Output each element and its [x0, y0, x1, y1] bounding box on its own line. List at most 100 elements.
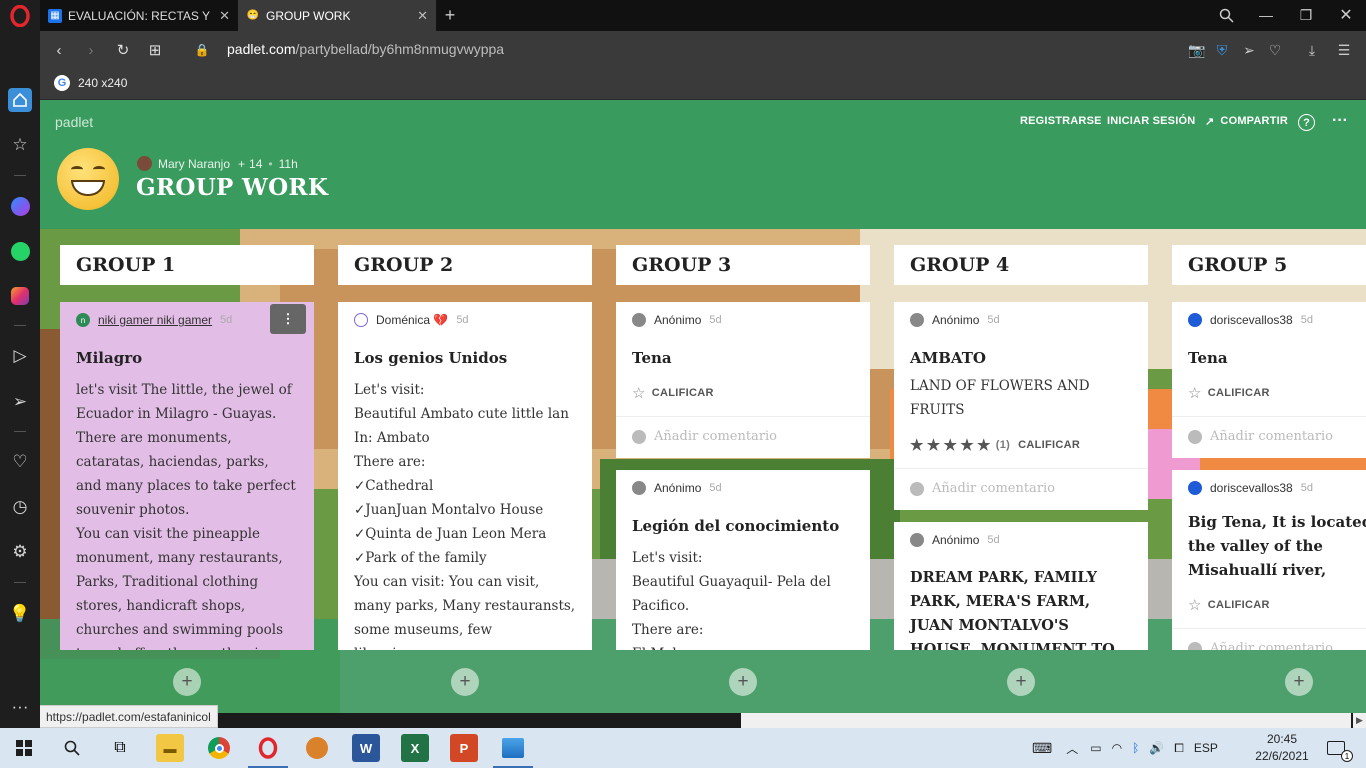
post-author[interactable]: doriscevallos38: [1210, 481, 1293, 495]
rate-button[interactable]: ☆ CALIFICAR: [1188, 384, 1366, 402]
post-card[interactable]: n niki gamer niki gamer 5d ⋮ Milagro let…: [60, 302, 314, 650]
rate-button[interactable]: ☆ CALIFICAR: [1188, 596, 1366, 614]
add-post-plus-icon[interactable]: +: [451, 668, 479, 696]
messenger-icon[interactable]: [8, 194, 32, 218]
close-tab-icon[interactable]: ✕: [417, 8, 428, 24]
minimize-window-icon[interactable]: —: [1255, 5, 1277, 25]
add-comment-field[interactable]: Añadir comentario: [1172, 416, 1366, 446]
add-comment-field[interactable]: Añadir comentario: [1172, 628, 1366, 650]
tab-evaluacion[interactable]: ▦ EVALUACIÓN: RECTAS Y PU ✕: [40, 0, 238, 31]
add-post-plus-icon[interactable]: +: [173, 668, 201, 696]
post-author[interactable]: niki gamer niki gamer: [98, 313, 212, 327]
new-tab-plus-icon[interactable]: +: [439, 5, 461, 25]
add-post-plus-icon[interactable]: +: [1285, 668, 1313, 696]
reload-icon[interactable]: ↻: [113, 40, 133, 60]
tray-chevron-up-icon[interactable]: ︿: [1066, 740, 1078, 757]
baseball-glove-app-icon[interactable]: [303, 734, 331, 762]
column-header[interactable]: GROUP 5: [1172, 245, 1366, 285]
lock-icon[interactable]: 🔒: [192, 40, 212, 60]
history-clock-icon[interactable]: ◷: [8, 495, 32, 519]
input-language[interactable]: ESP: [1194, 741, 1218, 755]
settings-gear-icon[interactable]: ⚙: [8, 540, 32, 564]
star-rating[interactable]: ★ ★ ★ ★ ★ (1): [910, 436, 1010, 454]
user-avatar-icon[interactable]: [1188, 481, 1202, 495]
camera-snapshot-icon[interactable]: 📷: [1187, 40, 1207, 60]
filled-star-icon[interactable]: ★: [910, 437, 924, 454]
more-options-icon[interactable]: ···: [1332, 112, 1348, 130]
column-header[interactable]: GROUP 2: [338, 245, 592, 285]
taskbar-search-icon[interactable]: [58, 734, 86, 762]
bookmark-240x240[interactable]: G 240 x240: [54, 75, 127, 91]
column-header[interactable]: GROUP 1: [60, 245, 314, 285]
post-card[interactable]: doriscevallos38 5d Tena ☆ CALIFICAR Añad…: [1172, 302, 1366, 458]
wifi-icon[interactable]: ◠: [1112, 741, 1122, 755]
speed-dial-home-icon[interactable]: [8, 88, 32, 112]
post-card[interactable]: Doménica 💔 5d Los genios Unidos Let's vi…: [338, 302, 592, 650]
padlet-brand[interactable]: padlet: [55, 114, 93, 130]
task-view-icon[interactable]: ⧉: [106, 734, 134, 762]
globe-avatar-icon[interactable]: [354, 313, 368, 327]
add-comment-field[interactable]: Añadir comentario: [894, 468, 1148, 498]
column-header[interactable]: GROUP 4: [894, 245, 1148, 285]
rate-button[interactable]: ☆ CALIFICAR: [632, 384, 854, 402]
taskbar-clock[interactable]: 20:45 22/6/2021: [1252, 731, 1312, 765]
post-card[interactable]: doriscevallos38 5d Big Tena, It is locat…: [1172, 470, 1366, 650]
anonymous-avatar-icon[interactable]: [632, 481, 646, 495]
volume-icon[interactable]: 🔊: [1149, 741, 1164, 755]
action-center-icon[interactable]: 1: [1322, 734, 1353, 762]
bluetooth-icon[interactable]: ᛒ: [1132, 741, 1139, 755]
anonymous-avatar-icon[interactable]: [910, 533, 924, 547]
anonymous-avatar-icon[interactable]: [632, 313, 646, 327]
post-card[interactable]: Anónimo 5d AMBATO LAND OF FLOWERS AND FR…: [894, 302, 1148, 510]
add-post-plus-icon[interactable]: +: [1007, 668, 1035, 696]
post-card[interactable]: Anónimo 5d DREAM PARK, FAMILY PARK, MERA…: [894, 522, 1148, 650]
tab-grid-icon[interactable]: ⊞: [145, 40, 165, 60]
whatsapp-icon[interactable]: [8, 239, 32, 263]
restore-window-icon[interactable]: ❐: [1295, 5, 1317, 25]
file-explorer-icon[interactable]: ▬: [156, 734, 184, 762]
opera-logo-icon[interactable]: [8, 4, 32, 28]
filled-star-icon[interactable]: ★: [944, 437, 958, 454]
user-avatar-icon[interactable]: [1188, 313, 1202, 327]
post-card[interactable]: Anónimo 5d Tena ☆ CALIFICAR Añadir comen…: [616, 302, 870, 458]
post-author[interactable]: doriscevallos38: [1210, 313, 1293, 327]
add-post-plus-icon[interactable]: +: [729, 668, 757, 696]
filled-star-icon[interactable]: ★: [927, 437, 941, 454]
search-tabs-icon[interactable]: [1215, 5, 1237, 25]
url-field[interactable]: padlet.com/partybellad/by6hm8nmugvwyppa: [227, 41, 504, 57]
post-menu-icon[interactable]: ⋮: [270, 304, 306, 334]
post-author[interactable]: Doménica 💔: [376, 313, 448, 327]
tab-group-work[interactable]: 😁 GROUP WORK ✕: [238, 0, 436, 31]
heart-icon[interactable]: ♡: [8, 450, 32, 474]
heart-bookmark-icon[interactable]: ♡: [1265, 40, 1285, 60]
close-tab-icon[interactable]: ✕: [219, 8, 230, 24]
rate-label[interactable]: CALIFICAR: [1018, 439, 1080, 451]
player-icon[interactable]: ▷: [8, 344, 32, 368]
vpn-shield-icon[interactable]: ⛨: [1212, 40, 1232, 60]
chrome-icon[interactable]: [205, 734, 233, 762]
forward-arrow-icon[interactable]: ›: [81, 40, 101, 60]
filled-star-icon[interactable]: ★: [977, 437, 991, 454]
scroll-right-arrow-icon[interactable]: ▶: [1353, 713, 1366, 728]
excel-icon[interactable]: X: [401, 734, 429, 762]
windows-start-icon[interactable]: [10, 734, 38, 762]
horizontal-scrollbar[interactable]: [741, 713, 1351, 728]
help-icon[interactable]: ?: [1298, 114, 1315, 131]
instagram-icon[interactable]: [8, 284, 32, 308]
author-name[interactable]: Mary Naranjo: [158, 157, 230, 171]
share-button[interactable]: ↗ COMPARTIR: [1205, 115, 1288, 128]
column-header[interactable]: GROUP 3: [616, 245, 870, 285]
easy-setup-menu-icon[interactable]: ☰: [1334, 40, 1354, 60]
star-bookmarks-icon[interactable]: ☆: [8, 133, 32, 157]
login-link[interactable]: INICIAR SESIÓN: [1107, 115, 1195, 127]
filled-star-icon[interactable]: ★: [960, 437, 974, 454]
send-page-icon[interactable]: ➢: [1239, 40, 1259, 60]
battery-power-icon[interactable]: ▭: [1090, 741, 1101, 755]
author-avatar[interactable]: n: [76, 313, 90, 327]
anonymous-avatar-icon[interactable]: [910, 313, 924, 327]
author-avatar[interactable]: [137, 156, 152, 171]
photos-app-icon[interactable]: [493, 734, 533, 768]
opera-taskbar-icon[interactable]: [248, 734, 288, 768]
word-icon[interactable]: W: [352, 734, 380, 762]
register-link[interactable]: REGISTRARSE: [1020, 115, 1102, 127]
